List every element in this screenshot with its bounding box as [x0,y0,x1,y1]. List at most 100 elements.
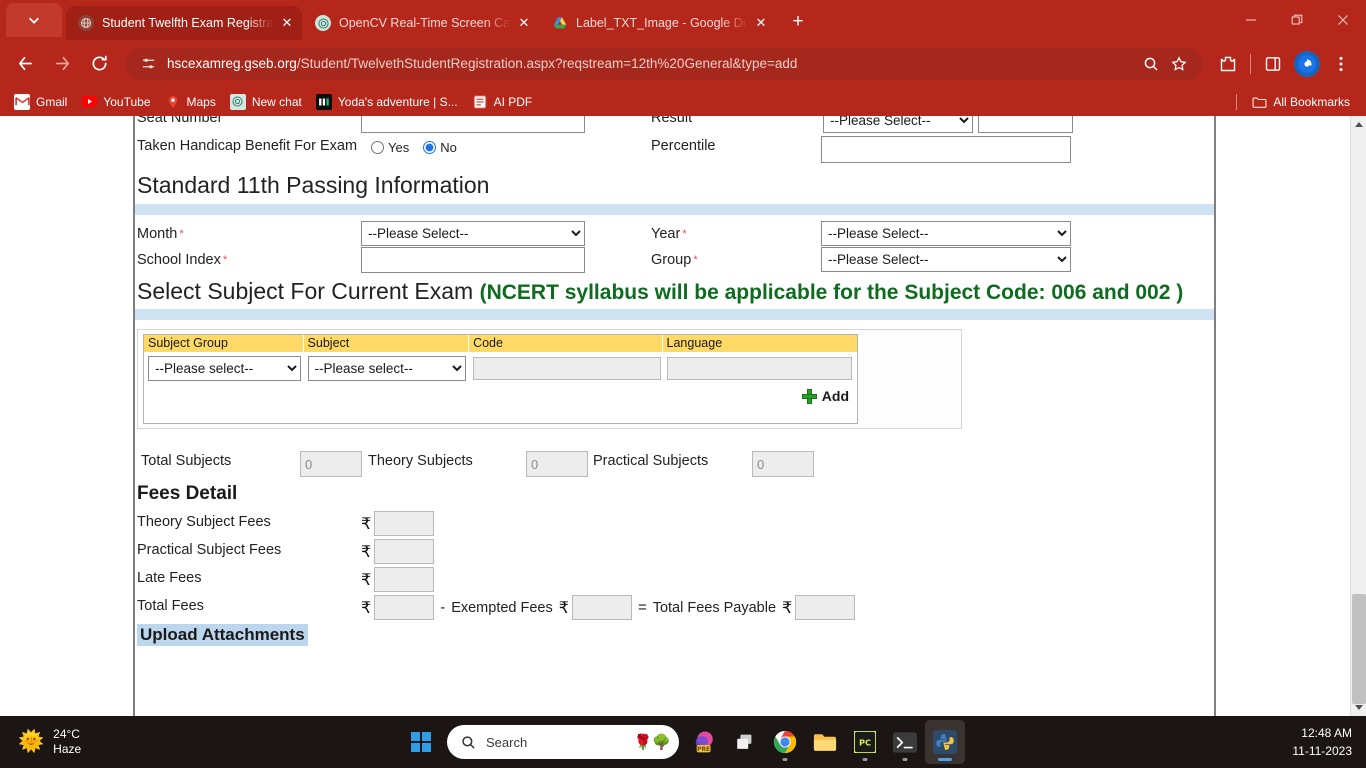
late-fees-field: ₹ [361,567,435,592]
exempted-fees-input[interactable] [571,595,632,620]
page-viewport: Seat Number Result --Please Select-- Tak… [0,116,1366,716]
language-input[interactable] [666,356,852,380]
handicap-yes-option[interactable]: Yes [371,140,409,155]
taskbar-weather-widget[interactable]: 🌞 24°C Haze [18,727,81,757]
bookmark-gmail[interactable]: Gmail [10,91,75,113]
all-bookmarks-button[interactable]: All Bookmarks [1247,91,1358,113]
column-header-language: Language [666,336,723,350]
taskbar-app-terminal[interactable] [885,720,925,764]
section-divider-bar-1 [135,204,1214,215]
seat-number-input[interactable] [361,116,585,133]
result-select[interactable]: --Please Select-- [823,116,973,133]
minimize-icon[interactable] [1228,0,1274,40]
year-select[interactable]: --Please Select-- [821,221,1071,246]
total-fees-payable-input[interactable] [795,595,856,620]
weather-text: 24°C Haze [53,727,81,757]
chrome-menu-icon[interactable] [1324,47,1358,81]
chatgpt-icon [229,93,246,110]
handicap-no-option[interactable]: No [423,140,457,155]
theory-subjects-input[interactable] [526,451,588,477]
browser-tab-1[interactable]: Student Twelfth Exam Registrati ✕ [66,6,302,40]
page-scrollbar-vertical[interactable] [1350,116,1366,716]
back-icon[interactable] [8,47,42,81]
new-tab-button[interactable]: + [783,7,813,37]
practical-subjects-input[interactable] [752,451,814,477]
taskbar-app-file-explorer[interactable] [805,720,845,764]
address-bar[interactable]: hscexamreg.gseb.org/Student/TwelvethStud… [125,47,1203,80]
reload-icon[interactable] [82,47,116,81]
handicap-no-radio[interactable] [423,141,437,154]
school-index-input[interactable] [361,247,585,273]
ncert-note: (NCERT syllabus will be applicable for t… [479,281,1184,304]
url-text: hscexamreg.gseb.org/Student/TwelvethStud… [167,56,1137,71]
side-panel-icon[interactable] [1256,47,1290,81]
browser-tab-2[interactable]: OpenCV Real-Time Screen Capt ✕ [303,6,539,40]
url-path: /Student/TwelvethStudentRegistration.asp… [296,56,798,71]
group-select[interactable]: --Please Select-- [821,247,1071,272]
bookmark-ai-pdf[interactable]: AI PDF [468,91,541,113]
taskbar-app-pycharm[interactable]: PC [845,720,885,764]
windows-taskbar: 🌞 24°C Haze Search 🌹🌳 PRE PC 12:48 AM 11… [0,716,1366,768]
page-right-border [1214,116,1216,716]
late-fees-input[interactable] [374,567,435,592]
taskbar-app-python[interactable] [925,720,965,764]
bookmark-yoda-adventure[interactable]: Yoda's adventure | S... [312,91,466,113]
browser-toolbar: hscexamreg.gseb.org/Student/TwelvethStud… [0,40,1366,87]
rupee-icon: ₹ [361,570,372,589]
late-fees-row: Late Fees [137,570,202,586]
scrollbar-thumb[interactable] [1352,594,1366,704]
total-subjects-label: Total Subjects [141,453,232,469]
taskbar-clock[interactable]: 12:48 AM 11-11-2023 [1292,724,1352,760]
subject-select[interactable]: --Please select-- [307,355,466,381]
bookmark-new-chat[interactable]: New chat [226,91,310,113]
extensions-icon[interactable] [1211,47,1245,81]
bookmark-maps[interactable]: Maps [161,91,224,113]
total-subjects-input[interactable] [300,451,362,477]
taskbar-search-box[interactable]: Search 🌹🌳 [447,725,679,759]
close-icon[interactable]: ✕ [515,14,533,32]
maximize-restore-icon[interactable] [1274,0,1320,40]
section-heading-std11: Standard 11th Passing Information [137,172,490,198]
scroll-up-arrow-icon[interactable] [1351,116,1366,133]
seat-number-row: Seat Number [137,116,222,126]
handicap-radio-group[interactable]: Yes No [371,140,471,155]
code-input[interactable] [473,356,662,380]
total-fees-input[interactable] [374,595,435,620]
theory-subjects-row: Theory Subjects [368,453,473,469]
result-extra-input[interactable] [978,116,1073,133]
percentile-label: Percentile [651,138,716,154]
rupee-icon: ₹ [782,598,793,617]
tab-search-chevron-down-icon[interactable] [6,3,62,37]
column-header-subject-group: Subject Group [144,335,304,352]
practical-fees-input[interactable] [374,539,435,564]
search-icon[interactable] [1137,50,1165,78]
close-icon[interactable]: ✕ [278,14,296,32]
taskbar-app-premiere-pro[interactable]: PRE [685,720,725,764]
bookmark-star-icon[interactable] [1165,50,1193,78]
handicap-yes-radio[interactable] [371,141,384,154]
clock-time: 12:48 AM [1301,726,1352,740]
browser-tab-3[interactable]: Label_TXT_Image - Google Driv ✕ [540,6,776,40]
seat-number-label: Seat Number [137,116,223,126]
theory-fees-input[interactable] [374,511,435,536]
bookmark-youtube[interactable]: YouTube [77,91,158,113]
taskbar-app-google-chrome[interactable] [765,720,805,764]
required-mark: * [222,254,228,266]
close-icon[interactable]: ✕ [752,14,770,32]
taskbar-center-group: Search 🌹🌳 PRE PC [401,720,965,764]
profile-avatar[interactable] [1290,47,1324,81]
taskbar-app-task-view[interactable] [725,720,765,764]
percentile-input[interactable] [821,136,1071,163]
scroll-down-arrow-icon[interactable] [1351,699,1366,716]
forward-icon[interactable] [45,47,79,81]
site-settings-icon[interactable] [139,55,157,73]
haze-icon: 🌞 [18,730,45,753]
total-subjects-row: Total Subjects [141,453,231,469]
svg-text:PC: PC [859,738,871,748]
start-button[interactable] [401,722,441,762]
subject-group-select[interactable]: --Please select-- [148,355,301,381]
chatgpt-icon [315,15,331,31]
add-subject-button[interactable]: Add [801,388,849,404]
close-window-icon[interactable] [1320,0,1366,40]
month-select[interactable]: --Please Select-- [361,221,585,246]
